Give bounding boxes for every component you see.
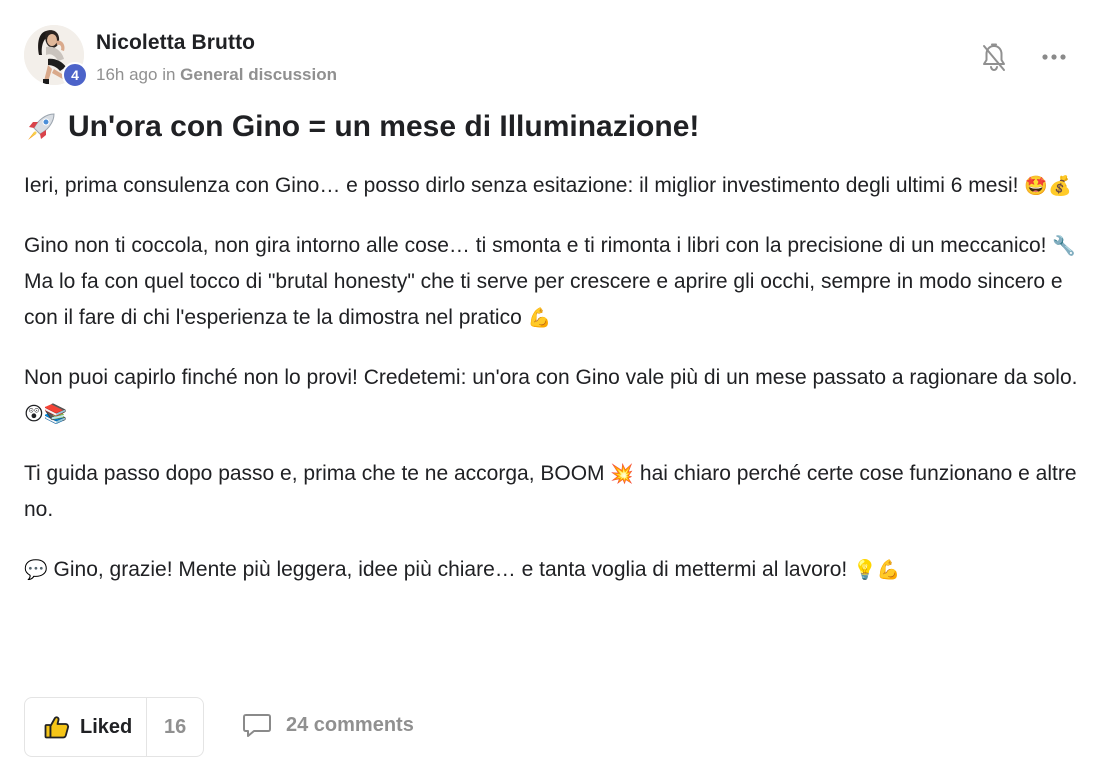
like-button[interactable]: Liked [25,698,148,756]
level-badge: 4 [62,62,88,88]
wrench-emoji: 🔧 [1052,235,1077,257]
paragraph-text: Non puoi capirlo finché non lo provi! Cr… [24,366,1078,389]
post-card: 4 Nicoletta Brutto 16h ago in General di… [0,0,1112,770]
post-meta: 16h ago in General discussion [96,65,337,85]
author-name[interactable]: Nicoletta Brutto [96,31,255,55]
paragraph: Gino non ti coccola, non gira intorno al… [24,228,1084,336]
post-title: Un'ora con Gino = un mese di Illuminazio… [24,110,699,144]
meta-in-label: in [162,65,176,84]
more-options-button[interactable] [1036,42,1072,72]
like-count[interactable]: 16 [147,698,203,756]
paragraph-text: Gino non ti coccola, non gira intorno al… [24,234,1047,257]
comments-button[interactable]: 24 comments [242,712,414,738]
bell-off-icon [983,43,1005,72]
paragraph: Non puoi capirlo finché non lo provi! Cr… [24,360,1084,432]
category-link[interactable]: General discussion [180,65,337,84]
comments-label: 24 comments [286,713,414,736]
notifications-button[interactable] [977,40,1011,76]
star-struck-money-bag-emoji: 🤩💰 [1024,175,1072,197]
comment-bubble-icon [243,714,271,737]
rocket-icon [28,113,55,140]
paragraph: 💬 Gino, grazie! Mente più leggera, idee … [24,552,1084,588]
post-body: Ieri, prima consulenza con Gino… e posso… [24,168,1084,612]
post-title-text: Un'ora con Gino = un mese di Illuminazio… [68,110,700,143]
astonished-books-emoji: 😲📚 [24,403,68,425]
light-bulb-biceps-emoji: 💡💪 [853,559,901,581]
like-label: Liked [80,715,133,738]
flexed-biceps-emoji: 💪 [527,307,552,329]
collision-emoji: 💥 [610,463,635,485]
paragraph: Ti guida passo dopo passo e, prima che t… [24,456,1084,528]
paragraph-text: Ti guida passo dopo passo e, prima che t… [24,462,605,485]
paragraph: Ieri, prima consulenza con Gino… e posso… [24,168,1084,204]
thumbs-up-icon [44,716,70,739]
paragraph-text: Gino, grazie! Mente più leggera, idee pi… [53,558,848,581]
post-time: 16h ago [96,65,158,84]
paragraph-text: Ieri, prima consulenza con Gino… e posso… [24,174,1019,197]
more-horizontal-icon [1042,54,1066,60]
like-group: Liked 16 [24,697,204,757]
speech-balloon-emoji: 💬 [24,559,48,581]
